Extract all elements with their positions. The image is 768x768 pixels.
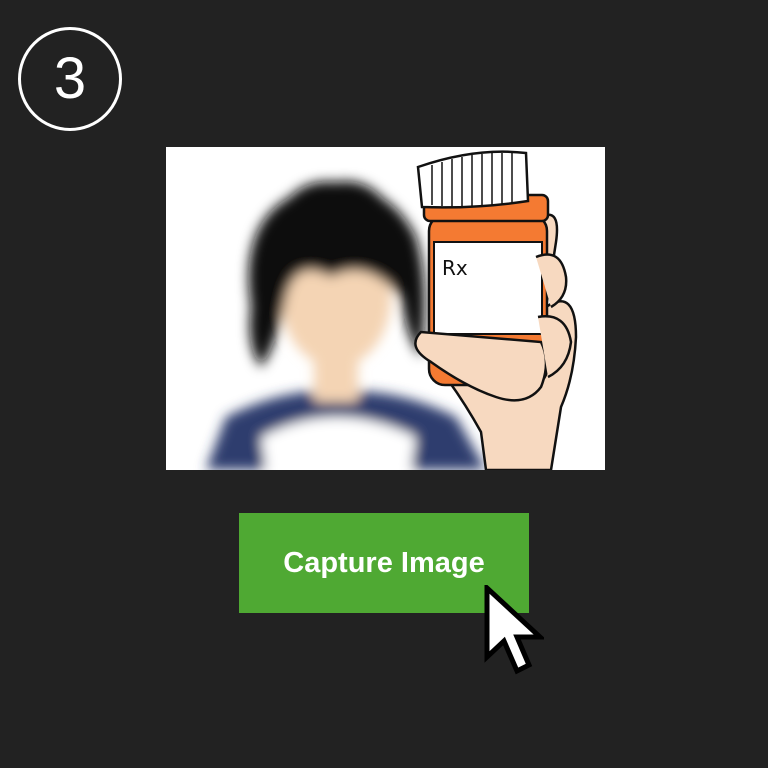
bottle-label-text: Rx: [442, 256, 468, 280]
step-number: 3: [53, 46, 87, 111]
tutorial-step-panel: 3 Rx Capture Image: [0, 0, 768, 768]
camera-preview-image: Rx: [166, 147, 605, 470]
camera-preview: Rx: [166, 147, 605, 470]
arrow-pointer-icon: [484, 585, 544, 675]
step-number-badge: 3: [18, 27, 122, 131]
